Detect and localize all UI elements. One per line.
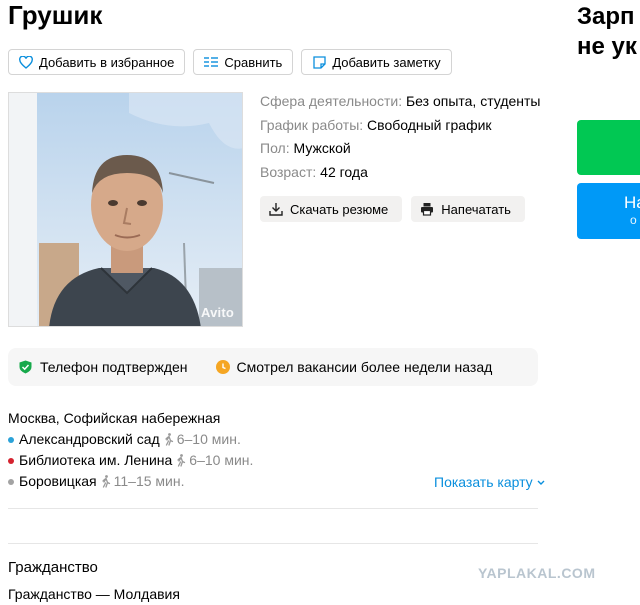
citizenship-value: Гражданство — Молдавия [8, 586, 180, 602]
walk-time: 11–15 мин. [101, 471, 185, 492]
walking-person-icon [177, 454, 186, 467]
walk-time-text: 11–15 мин. [113, 473, 185, 489]
print-label: Напечатать [441, 201, 511, 217]
schedule-row: График работы: Свободный график [260, 114, 540, 138]
phone-verified-text: Телефон подтвержден [40, 359, 188, 375]
compare-button[interactable]: Сравнить [193, 49, 294, 75]
section-divider [8, 508, 538, 509]
age-value: 42 года [320, 163, 368, 180]
schedule-label: График работы: [260, 116, 364, 133]
address-text: Москва, Софийская набережная [8, 410, 221, 426]
clock-icon [215, 360, 230, 374]
metro-station-name: Боровицкая [19, 473, 97, 489]
message-button-sublabel: о [630, 213, 637, 227]
citizenship-heading: Гражданство [8, 559, 98, 576]
heart-icon [18, 54, 34, 70]
compare-list-icon [203, 54, 219, 70]
metro-line-dot [8, 457, 14, 464]
add-note-button[interactable]: Добавить заметку [301, 49, 452, 75]
printer-icon [420, 202, 434, 216]
sidebar-title-line-1: Зарп [577, 3, 635, 30]
metro-line-dot [8, 436, 14, 443]
walk-time: 6–10 мин. [176, 450, 253, 471]
note-icon [311, 54, 327, 70]
metro-station-row: Александровский сад 6–10 мин. [8, 429, 253, 450]
shield-check-icon [19, 360, 33, 374]
add-to-favorites-label: Добавить в избранное [39, 54, 175, 70]
metro-line-dot [8, 478, 14, 485]
print-button[interactable]: Напечатать [411, 196, 525, 222]
message-button[interactable]: На о [577, 183, 640, 239]
age-row: Возраст: 42 года [260, 161, 540, 185]
show-map-link[interactable]: Показать карту [434, 474, 545, 490]
schedule-value: Свободный график [367, 116, 492, 133]
metro-station-row: Библиотека им. Ленина 6–10 мин. [8, 450, 253, 471]
gender-label: Пол: [260, 140, 290, 156]
gender-row: Пол: Мужской [260, 137, 540, 161]
show-phone-button[interactable] [577, 120, 640, 175]
applicant-details: Сфера деятельности: Без опыта, студенты … [260, 90, 540, 184]
metro-station-name: Библиотека им. Ленина [19, 452, 173, 468]
walk-time-text: 6–10 мин. [189, 452, 254, 468]
phone-verified-status: Телефон подтвержден [19, 359, 188, 375]
resume-actions-bar: Добавить в избранное Сравнить Добавить з… [8, 49, 452, 75]
age-label: Возраст: [260, 163, 317, 180]
add-to-favorites-button[interactable]: Добавить в избранное [8, 49, 186, 75]
download-resume-button[interactable]: Скачать резюме [260, 196, 403, 222]
verification-status-bar: Телефон подтвержден Смотрел вакансии бол… [8, 348, 538, 386]
sidebar-title-line-2: не ук [577, 33, 637, 60]
section-divider [8, 543, 538, 544]
compare-label: Сравнить [224, 54, 283, 70]
walking-person-icon [165, 433, 173, 446]
site-watermark: YAPLAKAL.COM [478, 565, 596, 581]
avito-watermark: Avito [200, 305, 234, 320]
last-seen-status: Смотрел вакансии более недели назад [215, 359, 493, 375]
sphere-label: Сфера деятельности: [260, 93, 403, 109]
walk-time: 6–10 мин. [164, 429, 241, 450]
download-resume-label: Скачать резюме [290, 201, 389, 217]
message-button-label: На [624, 193, 640, 212]
applicant-photo[interactable]: Avito [8, 92, 243, 327]
walk-time-text: 6–10 мин. [176, 431, 241, 447]
sphere-row: Сфера деятельности: Без опыта, студенты [260, 90, 540, 114]
download-icon [269, 202, 283, 216]
show-map-label: Показать карту [434, 474, 533, 490]
add-note-label: Добавить заметку [332, 54, 441, 70]
sphere-value: Без опыта, студенты [405, 93, 541, 109]
gender-value: Мужской [293, 140, 351, 156]
sidebar-title: Зарп не ук [577, 2, 637, 62]
metro-station-name: Александровский сад [19, 431, 160, 447]
metro-station-row: Боровицкая 11–15 мин. [8, 471, 253, 492]
last-seen-text: Смотрел вакансии более недели назад [236, 359, 493, 375]
chevron-down-icon [537, 480, 545, 485]
walking-person-icon [101, 475, 110, 488]
applicant-name: Грушик [8, 0, 103, 30]
location-block: Москва, Софийская набережная Александров… [8, 408, 253, 492]
resume-export-actions: Скачать резюме Напечатать [260, 196, 525, 222]
